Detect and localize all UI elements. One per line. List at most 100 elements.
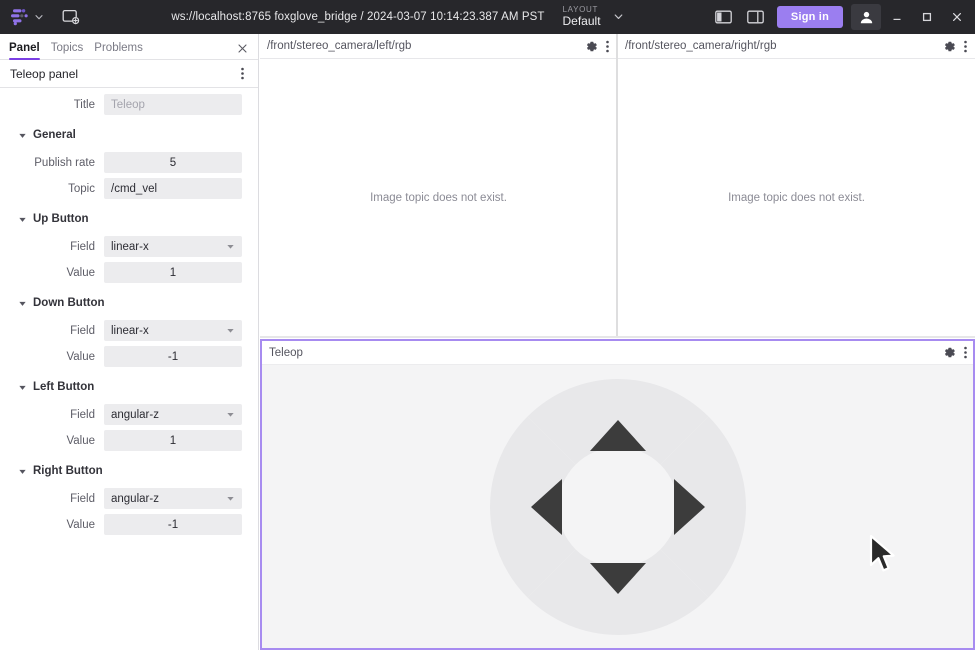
settings-group-down-button[interactable]: Down Button [0, 292, 258, 314]
settings-group-general[interactable]: General [0, 124, 258, 146]
sidebar-panel-title: Teleop panel [10, 66, 79, 81]
panel-camera-left: /front/stereo_camera/left/rgb Image topi… [260, 34, 617, 336]
setting-label-up-value: Value [66, 266, 95, 279]
panel-camera-left-header: /front/stereo_camera/left/rgb [260, 34, 617, 59]
sign-in-button[interactable]: Sign in [776, 6, 843, 28]
panel-camera-right-actions [943, 40, 967, 53]
add-panel-button[interactable] [56, 4, 86, 30]
setting-row-up-value: Value 1 [0, 262, 258, 283]
publish-rate-input[interactable]: 5 [104, 152, 242, 173]
kebab-menu-icon[interactable] [964, 40, 967, 53]
setting-row-left-value: Value 1 [0, 430, 258, 451]
triangle-down-icon [19, 133, 26, 138]
setting-row-right-value: Value -1 [0, 514, 258, 535]
sidebar-close-button[interactable] [234, 40, 250, 56]
triangle-down-icon [19, 217, 26, 222]
panel-camera-right-title: /front/stereo_camera/right/rgb [625, 40, 777, 52]
panel-camera-left-actions [585, 40, 609, 53]
chevron-down-icon [614, 14, 622, 20]
down-value-input[interactable]: -1 [104, 346, 242, 367]
settings-group-general-label: General [33, 129, 76, 141]
left-field-select-value: angular-z [111, 408, 159, 421]
app-menu-button[interactable] [6, 4, 48, 30]
chevron-down-icon [227, 245, 234, 249]
settings-group-left-button[interactable]: Left Button [0, 376, 258, 398]
right-value-input[interactable]: -1 [104, 514, 242, 535]
data-source-label[interactable]: ws://localhost:8765 foxglove_bridge / 20… [171, 11, 544, 23]
settings-form: Title Teleop General Publish rate 5 Topi… [0, 88, 258, 535]
settings-group-up-button[interactable]: Up Button [0, 208, 258, 230]
foxglove-logo-icon [11, 9, 28, 26]
panel-teleop-body [262, 365, 973, 648]
down-field-select[interactable]: linear-x [104, 320, 242, 341]
setting-label-down-value: Value [66, 350, 95, 363]
minimize-button[interactable] [883, 4, 911, 30]
sidebar-panel-header: Teleop panel [0, 60, 258, 88]
maximize-icon [922, 12, 932, 22]
setting-label-down-field: Field [70, 324, 95, 337]
panel-camera-left-message: Image topic does not exist. [370, 191, 507, 204]
sidebar-tab-problems-label: Problems [94, 42, 143, 54]
left-sidebar-toggle-icon [715, 10, 733, 24]
up-value-input[interactable]: 1 [104, 262, 242, 283]
close-button[interactable] [943, 4, 971, 30]
setting-label-topic: Topic [68, 182, 95, 195]
gear-icon[interactable] [585, 40, 598, 53]
account-icon [860, 11, 872, 23]
kebab-menu-icon[interactable] [606, 40, 609, 53]
setting-label-up-field: Field [70, 240, 95, 253]
gear-icon[interactable] [943, 346, 956, 359]
setting-row-down-value: Value -1 [0, 346, 258, 367]
title-bar-right: Sign in [709, 4, 975, 30]
topic-input[interactable]: /cmd_vel [104, 178, 242, 199]
panel-camera-right: /front/stereo_camera/right/rgb Image top… [618, 34, 975, 336]
setting-label-right-value: Value [66, 518, 95, 531]
close-icon [953, 13, 961, 21]
panel-camera-right-body: Image topic does not exist. [618, 59, 975, 336]
panel-camera-right-message: Image topic does not exist. [728, 191, 865, 204]
close-icon [237, 43, 247, 53]
right-field-select[interactable]: angular-z [104, 488, 242, 509]
panel-teleop: Teleop [260, 339, 975, 650]
setting-row-right-field: Field angular-z [0, 488, 258, 509]
settings-group-up-button-label: Up Button [33, 213, 89, 225]
sidebar-panel-menu-button[interactable] [235, 66, 249, 82]
panel-teleop-title: Teleop [269, 346, 303, 359]
right-sidebar-toggle-button[interactable] [741, 4, 771, 30]
triangle-down-icon [19, 385, 26, 390]
left-field-select[interactable]: angular-z [104, 404, 242, 425]
maximize-button[interactable] [913, 4, 941, 30]
up-field-select[interactable]: linear-x [104, 236, 242, 257]
kebab-menu-icon[interactable] [964, 346, 967, 359]
setting-row-up-field: Field linear-x [0, 236, 258, 257]
horizontal-splitter[interactable] [260, 336, 975, 338]
setting-row-publish-rate: Publish rate 5 [0, 152, 258, 173]
panel-camera-left-body: Image topic does not exist. [260, 59, 617, 336]
settings-group-right-button[interactable]: Right Button [0, 460, 258, 482]
left-sidebar-toggle-button[interactable] [709, 4, 739, 30]
setting-row-topic: Topic /cmd_vel [0, 178, 258, 199]
left-value-input[interactable]: 1 [104, 430, 242, 451]
settings-group-left-button-label: Left Button [33, 381, 95, 393]
settings-group-right-button-label: Right Button [33, 465, 103, 477]
sidebar-tab-problems[interactable]: Problems [94, 42, 143, 59]
sidebar-tab-panel[interactable]: Panel [9, 42, 40, 60]
vertical-splitter[interactable] [616, 34, 618, 336]
title-input[interactable]: Teleop [104, 94, 242, 115]
setting-label-left-value: Value [66, 434, 95, 447]
account-button[interactable] [851, 4, 881, 30]
panel-camera-right-header: /front/stereo_camera/right/rgb [618, 34, 975, 59]
gear-icon[interactable] [943, 40, 956, 53]
sidebar-tab-panel-label: Panel [9, 42, 40, 54]
layout-selector[interactable]: LAYOUT Default [562, 5, 624, 28]
down-field-select-value: linear-x [111, 324, 149, 337]
sidebar-tabs: Panel Topics Problems [0, 34, 258, 60]
layout-caption: LAYOUT [562, 5, 599, 14]
title-bar-left [0, 0, 86, 34]
chevron-down-icon [35, 15, 43, 20]
sidebar-tab-topics[interactable]: Topics [51, 42, 84, 59]
chevron-down-icon [227, 413, 234, 417]
panel-teleop-header: Teleop [262, 341, 973, 365]
foxglove-studio-window: ws://localhost:8765 foxglove_bridge / 20… [0, 0, 975, 650]
setting-row-title: Title Teleop [0, 94, 258, 115]
